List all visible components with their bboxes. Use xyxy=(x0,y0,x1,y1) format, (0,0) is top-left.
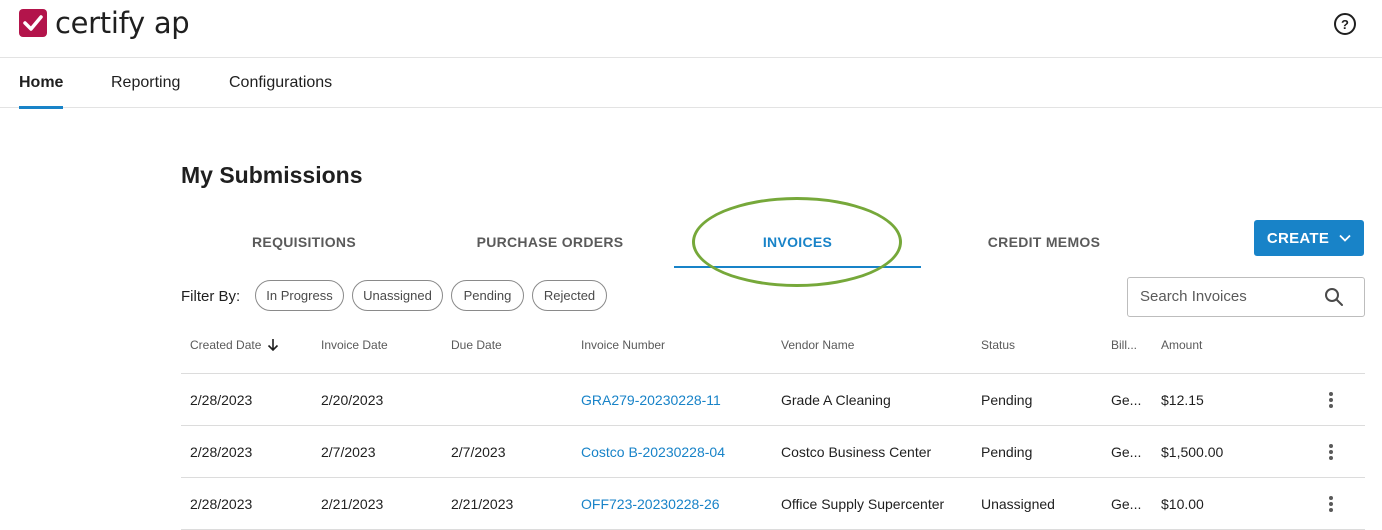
column-header-amount[interactable]: Amount xyxy=(1161,338,1202,352)
create-button[interactable]: CREATE xyxy=(1254,220,1364,256)
filter-label: Filter By: xyxy=(181,288,241,305)
cell-vendor-name: Grade A Cleaning xyxy=(781,392,891,408)
cell-status: Unassigned xyxy=(981,496,1055,512)
main-nav: Home Reporting Configurations xyxy=(0,58,1382,109)
cell-invoice-date: 2/21/2023 xyxy=(321,496,384,512)
table-row[interactable]: 2/28/2023 2/7/2023 2/7/2023 Costco B-202… xyxy=(181,426,1365,478)
app-logo[interactable]: certify ap xyxy=(19,6,190,40)
column-header-invoice-date[interactable]: Invoice Date xyxy=(321,338,388,352)
more-options-icon[interactable] xyxy=(1323,442,1339,462)
cell-status: Pending xyxy=(981,392,1033,408)
more-options-icon[interactable] xyxy=(1323,494,1339,514)
help-icon[interactable]: ? xyxy=(1334,13,1356,35)
cell-vendor-name: Costco Business Center xyxy=(781,444,932,460)
cell-due-date: 2/21/2023 xyxy=(451,496,514,512)
column-header-bill[interactable]: Bill... xyxy=(1111,338,1137,352)
column-header-status[interactable]: Status xyxy=(981,338,1015,352)
invoice-number-link[interactable]: Costco B-20230228-04 xyxy=(581,444,725,460)
filter-chip-in-progress[interactable]: In Progress xyxy=(255,280,344,311)
column-header-vendor-name[interactable]: Vendor Name xyxy=(781,338,854,352)
tab-credit-memos[interactable]: CREDIT MEMOS xyxy=(921,222,1167,268)
invoice-number-link[interactable]: OFF723-20230228-26 xyxy=(581,496,720,512)
page-title: My Submissions xyxy=(181,162,363,188)
table-row[interactable]: 2/28/2023 2/20/2023 GRA279-20230228-11 G… xyxy=(181,374,1365,426)
nav-item-reporting[interactable]: Reporting xyxy=(111,74,180,108)
column-header-created-date[interactable]: Created Date xyxy=(190,338,279,352)
filter-chip-unassigned[interactable]: Unassigned xyxy=(352,280,443,311)
nav-item-configurations[interactable]: Configurations xyxy=(229,74,332,108)
column-header-invoice-number[interactable]: Invoice Number xyxy=(581,338,665,352)
cell-invoice-date: 2/7/2023 xyxy=(321,444,376,460)
table-row[interactable]: 2/28/2023 2/21/2023 2/21/2023 OFF723-202… xyxy=(181,478,1365,530)
cell-bill: Ge... xyxy=(1111,444,1142,460)
cell-amount: $1,500.00 xyxy=(1161,444,1224,460)
filter-chip-rejected[interactable]: Rejected xyxy=(532,280,607,311)
invoice-number-link[interactable]: GRA279-20230228-11 xyxy=(581,392,721,408)
cell-bill: Ge... xyxy=(1111,496,1142,512)
cell-created-date: 2/28/2023 xyxy=(190,444,253,460)
tab-purchase-orders[interactable]: PURCHASE ORDERS xyxy=(427,222,673,268)
cell-status: Pending xyxy=(981,444,1033,460)
filter-chip-pending[interactable]: Pending xyxy=(451,280,524,311)
top-header: certify ap ? xyxy=(0,0,1382,58)
table-header: Created Date Invoice Date Due Date Invoi… xyxy=(181,322,1365,374)
tab-requisitions[interactable]: REQUISITIONS xyxy=(181,222,427,268)
cell-created-date: 2/28/2023 xyxy=(190,496,253,512)
search-icon[interactable] xyxy=(1324,287,1344,307)
cell-amount: $10.00 xyxy=(1161,496,1204,512)
logo-text: certify ap xyxy=(55,6,190,40)
submission-tabs: REQUISITIONS PURCHASE ORDERS INVOICES CR… xyxy=(181,222,1171,268)
cell-vendor-name: Office Supply Supercenter xyxy=(781,496,945,512)
create-button-label: CREATE xyxy=(1266,229,1330,247)
cell-bill: Ge... xyxy=(1111,392,1142,408)
nav-item-home[interactable]: Home xyxy=(19,74,64,109)
cell-invoice-date: 2/20/2023 xyxy=(321,392,384,408)
invoices-table: Created Date Invoice Date Due Date Invoi… xyxy=(181,322,1365,530)
checkmark-icon xyxy=(19,9,47,37)
chevron-down-icon xyxy=(1339,234,1351,242)
search-input[interactable] xyxy=(1140,288,1320,305)
cell-amount: $12.15 xyxy=(1161,392,1204,408)
search-box xyxy=(1127,277,1365,317)
cell-created-date: 2/28/2023 xyxy=(190,392,253,408)
highlight-annotation xyxy=(692,197,902,287)
column-header-due-date[interactable]: Due Date xyxy=(451,338,502,352)
more-options-icon[interactable] xyxy=(1323,390,1339,410)
arrow-down-icon xyxy=(268,339,279,352)
cell-due-date: 2/7/2023 xyxy=(451,444,506,460)
